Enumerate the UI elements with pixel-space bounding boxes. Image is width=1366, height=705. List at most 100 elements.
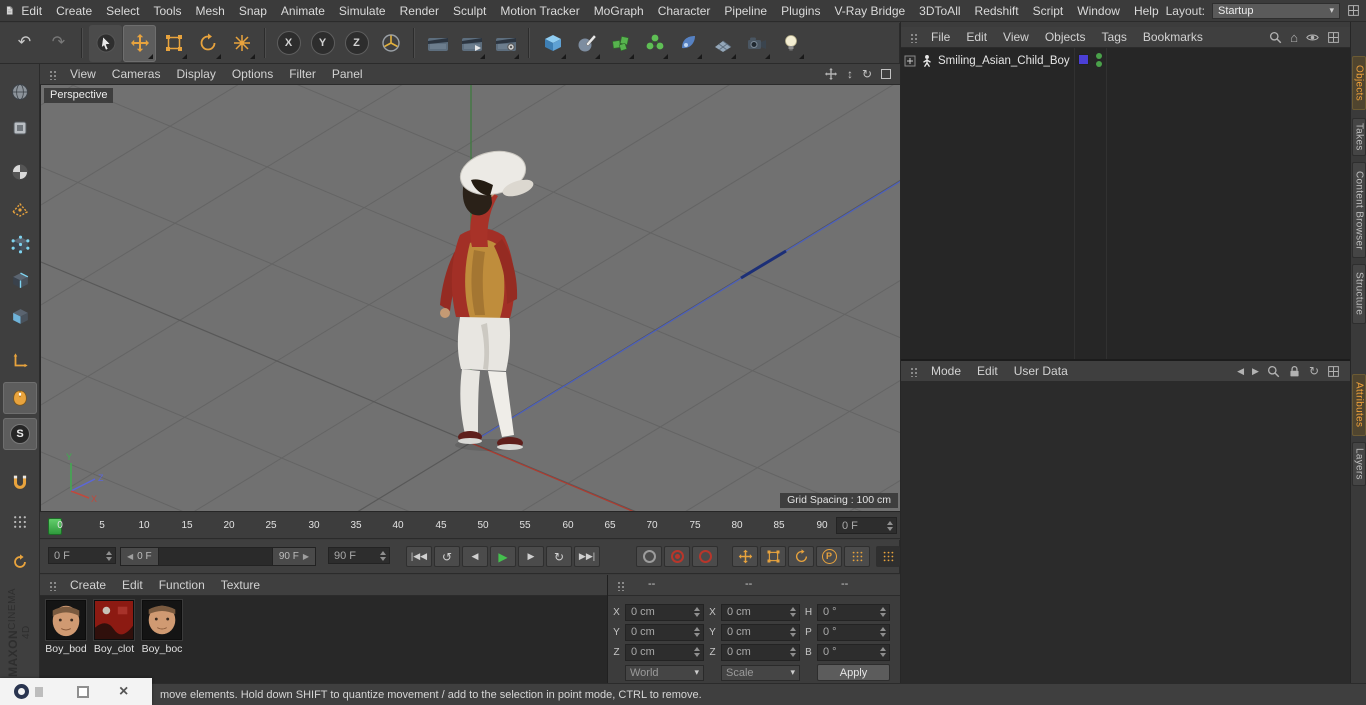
menu-item-edit[interactable]: Edit [14, 1, 49, 21]
menu-item-snap[interactable]: Snap [232, 1, 274, 21]
om-menu-file[interactable]: File [923, 28, 958, 46]
rotation-h-field[interactable]: 0 ° [817, 603, 890, 621]
menu-item-script[interactable]: Script [1026, 1, 1071, 21]
spinner-icon[interactable] [692, 646, 701, 659]
end-frame-field[interactable]: 90 F [328, 547, 390, 564]
om-menu-objects[interactable]: Objects [1037, 28, 1094, 46]
render-visibility-dot[interactable] [1096, 61, 1102, 67]
key-position-button[interactable] [732, 546, 758, 567]
add-spline-button[interactable] [570, 25, 603, 62]
material-label[interactable]: Boy_bod [43, 643, 89, 655]
go-to-end-button[interactable]: ▶▶| [574, 546, 600, 567]
move-tool-button[interactable] [123, 24, 156, 62]
panel-grip[interactable] [49, 579, 58, 591]
key-pla-button[interactable] [844, 546, 870, 567]
position-y-field[interactable]: 0 cm [625, 623, 704, 641]
add-primitive-button[interactable] [536, 25, 569, 62]
rotation-p-field[interactable]: 0 ° [817, 623, 890, 641]
app-logo-icon[interactable] [5, 3, 14, 18]
current-frame-field[interactable]: 0 F [48, 547, 116, 564]
search-icon[interactable] [1269, 31, 1282, 44]
am-menu-mode[interactable]: Mode [923, 362, 969, 380]
material-menu-function[interactable]: Function [151, 576, 213, 594]
menu-item-select[interactable]: Select [99, 1, 146, 21]
object-manager[interactable]: Smiling_Asian_Child_Boy [901, 48, 1351, 359]
key-parameter-button[interactable]: P [816, 546, 842, 567]
zoom-view-icon[interactable]: ↕ [847, 68, 853, 80]
add-environment-button[interactable] [706, 25, 739, 62]
menu-item-v-ray-bridge[interactable]: V-Ray Bridge [827, 1, 912, 21]
om-menu-view[interactable]: View [995, 28, 1037, 46]
expand-toggle-icon[interactable] [904, 55, 916, 67]
size-y-field[interactable]: 0 cm [721, 623, 800, 641]
search-icon[interactable] [1267, 365, 1280, 378]
add-mograph-button[interactable] [604, 25, 637, 62]
record-circle-icon[interactable] [14, 684, 29, 699]
undo-button[interactable]: ↶ [8, 25, 41, 62]
spinner-icon[interactable] [788, 626, 797, 639]
menu-item-pipeline[interactable]: Pipeline [717, 1, 774, 21]
frame-range-slider[interactable]: ◀ 0 F 90 F ▶ [120, 547, 316, 566]
coordinate-space-select[interactable]: World ▾ [625, 664, 704, 681]
panel-grip[interactable] [49, 68, 58, 80]
range-track[interactable] [159, 548, 272, 565]
previous-frame-button[interactable]: ◀ [462, 546, 488, 567]
viewport-menu-panel[interactable]: Panel [324, 65, 371, 83]
material-label[interactable]: Boy_clot [91, 643, 137, 655]
workplane-mode-button[interactable] [3, 192, 37, 224]
polygons-mode-button[interactable] [3, 300, 37, 332]
material-menu-edit[interactable]: Edit [114, 576, 151, 594]
menu-item-plugins[interactable]: Plugins [774, 1, 827, 21]
editor-visibility-dot[interactable] [1096, 53, 1102, 59]
go-to-start-button[interactable]: |◀◀ [406, 546, 432, 567]
spinner-icon[interactable] [378, 549, 387, 562]
tab-layers[interactable]: Layers [1352, 442, 1366, 486]
spinner-icon[interactable] [104, 549, 113, 562]
refresh-icon[interactable]: ↻ [1309, 365, 1319, 377]
viewport-solo-button[interactable]: S [3, 418, 37, 450]
spinner-icon[interactable] [878, 626, 887, 639]
tab-objects[interactable]: Objects [1352, 56, 1366, 110]
size-z-field[interactable]: 0 cm [721, 643, 800, 661]
enable-axis-button[interactable] [3, 345, 37, 377]
keyframe-options-button[interactable] [876, 546, 900, 567]
maximize-view-icon[interactable] [881, 69, 891, 79]
menu-item-mograph[interactable]: MoGraph [587, 1, 651, 21]
redo-button[interactable]: ↷ [42, 25, 75, 62]
lock-icon[interactable] [1288, 365, 1301, 378]
am-menu-user-data[interactable]: User Data [1006, 362, 1076, 380]
history-forward-icon[interactable]: ▶ [1252, 366, 1259, 376]
spinner-icon[interactable] [692, 606, 701, 619]
tab-structure[interactable]: Structure [1352, 264, 1366, 324]
range-end-handle[interactable]: 90 F ▶ [271, 548, 315, 565]
add-light-button[interactable] [774, 25, 807, 62]
tab-attributes[interactable]: Attributes [1352, 374, 1366, 436]
close-icon[interactable]: × [119, 683, 128, 700]
object-name[interactable]: Smiling_Asian_Child_Boy [938, 55, 1070, 67]
rotate-view-icon[interactable]: ↻ [862, 68, 872, 80]
am-menu-edit[interactable]: Edit [969, 362, 1006, 380]
z-axis-handle[interactable] [740, 249, 787, 280]
material-item[interactable]: Boy_clot [91, 600, 137, 655]
rotate-tool-button[interactable] [191, 25, 224, 62]
menu-item-tools[interactable]: Tools [147, 1, 189, 21]
x-axis-lock-button[interactable]: X [272, 25, 305, 62]
om-menu-tags[interactable]: Tags [1094, 28, 1135, 46]
key-rotation-button[interactable] [788, 546, 814, 567]
viewport-menu-display[interactable]: Display [168, 65, 223, 83]
z-axis-lock-button[interactable]: Z [340, 25, 373, 62]
layout-panel-icon[interactable] [1347, 4, 1360, 17]
live-selection-tool-button[interactable] [89, 24, 122, 62]
y-axis-lock-button[interactable]: Y [306, 25, 339, 62]
apply-button[interactable]: Apply [817, 664, 890, 681]
add-panel-icon[interactable] [1327, 31, 1340, 44]
view-label[interactable]: Perspective [44, 88, 114, 103]
pan-view-icon[interactable] [824, 67, 838, 81]
scale-tool-button[interactable] [157, 25, 190, 62]
spinner-icon[interactable] [788, 606, 797, 619]
rotation-b-field[interactable]: 0 ° [817, 643, 890, 661]
menu-item-mesh[interactable]: Mesh [189, 1, 232, 21]
om-menu-bookmarks[interactable]: Bookmarks [1135, 28, 1211, 46]
coord-group-header[interactable]: -- [841, 578, 848, 590]
history-back-icon[interactable]: ◀ [1237, 366, 1244, 376]
